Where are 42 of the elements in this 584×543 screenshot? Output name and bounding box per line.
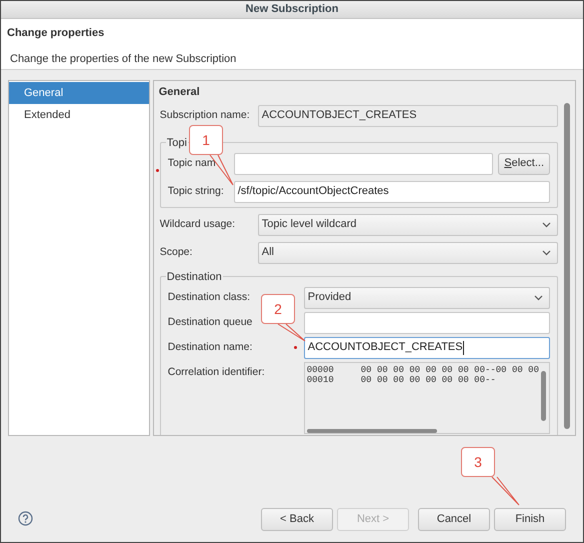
callout-number: 2 xyxy=(261,294,295,324)
chevron-down-icon xyxy=(542,250,551,256)
scrollbar[interactable] xyxy=(541,370,546,420)
text-field[interactable] xyxy=(234,152,494,174)
callout-number: 1 xyxy=(189,125,223,155)
leader-line xyxy=(277,323,307,343)
hex-line: 00010 00 00 00 00 00 00 00 00-- xyxy=(306,374,496,384)
dropdown[interactable]: Provided xyxy=(304,286,550,308)
field-label: Topic nam xyxy=(168,156,216,168)
chevron-down-icon xyxy=(542,222,551,228)
field-label: Scope: xyxy=(160,246,192,258)
scrollbar[interactable] xyxy=(564,103,570,429)
wizard-button[interactable]: Finish xyxy=(494,508,566,531)
leader-line xyxy=(491,476,521,507)
hex-line: 00000 00 00 00 00 00 00 00 00--00 00 00 xyxy=(306,364,539,374)
field-label: Correlation identifier: xyxy=(168,366,265,378)
navigation-item[interactable]: General xyxy=(9,82,149,104)
page-title: Change properties xyxy=(7,26,106,41)
wizard-button[interactable]: Cancel xyxy=(418,508,490,531)
callout-number: 3 xyxy=(461,447,495,477)
scrollbar[interactable] xyxy=(306,428,437,432)
field-label: Subscription name: xyxy=(160,108,250,120)
select-button[interactable]: Select... xyxy=(498,152,550,174)
page-description: Change the properties of the new Subscription xyxy=(9,52,238,66)
text-field[interactable]: ACCOUNTOBJECT_CREATES xyxy=(258,104,558,126)
field-label: Destination name: xyxy=(168,340,252,352)
text-field[interactable]: ACCOUNTOBJECT_CREATES xyxy=(304,336,550,358)
chevron-down-icon xyxy=(534,294,543,300)
section-title: General xyxy=(158,85,201,100)
text-field[interactable] xyxy=(304,312,550,334)
help-icon[interactable] xyxy=(18,511,33,526)
text-field[interactable]: /sf/topic/AccountObjectCreates xyxy=(234,180,550,202)
dropdown[interactable]: Topic level wildcard xyxy=(258,214,558,236)
field-label: Wildcard usage: xyxy=(160,218,236,230)
field-label: Destination queue xyxy=(168,316,252,328)
dropdown[interactable]: All xyxy=(258,242,558,264)
window-title: New Subscription xyxy=(246,2,338,18)
field-label: Destination class: xyxy=(168,290,250,302)
hex-text-area[interactable]: 00000 00 00 00 00 00 00 00 00--00 00 00 00010 00 00 00 00 00 00 00 00-- xyxy=(304,362,550,434)
field-label: Topic string: xyxy=(168,184,224,196)
navigation-item[interactable]: Extended xyxy=(9,104,149,126)
wizard-button[interactable]: < Back xyxy=(261,508,333,531)
